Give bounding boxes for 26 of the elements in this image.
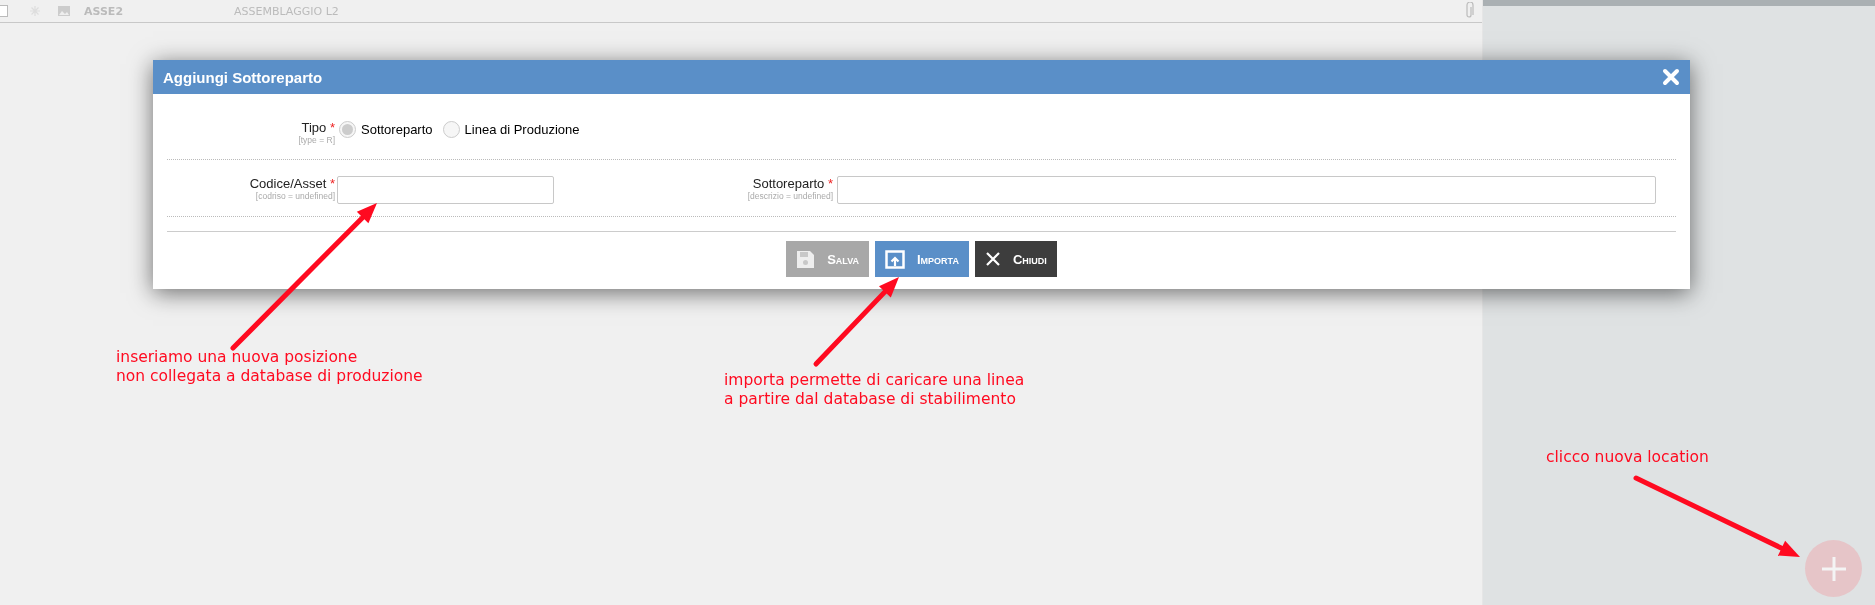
- annotation-text: importa permette di caricare una linea a partire dal database di stabilimento: [724, 371, 1025, 409]
- annotation-text: inseriamo una nuova posizione non collegata a database di produzione: [116, 348, 423, 386]
- plus-icon: [1820, 555, 1847, 582]
- dialog-title: Aggiungi Sottoreparto: [163, 68, 323, 86]
- paperclip-icon[interactable]: [1464, 2, 1474, 20]
- field-hint: [codriso = undefined]: [255, 191, 335, 201]
- radio-option[interactable]: Linea di Produzione: [442, 120, 580, 138]
- close-button[interactable]: Chiudi: [974, 241, 1057, 277]
- field-hint: [descrizio = undefined]: [747, 191, 833, 201]
- field-hint: [type = R]: [298, 135, 335, 145]
- annotation-text: clicco nuova location: [1546, 448, 1709, 467]
- required-mark: *: [329, 176, 335, 191]
- field-label: Codice/Asset: [249, 176, 327, 191]
- image-icon: [58, 6, 70, 16]
- text-field[interactable]: [337, 176, 554, 204]
- radio-option[interactable]: Sottoreparto: [339, 120, 433, 138]
- radio-button[interactable]: [442, 120, 460, 138]
- upload-icon: [885, 249, 905, 269]
- field-label: Tipo: [301, 120, 327, 135]
- required-mark: *: [329, 120, 335, 135]
- field-label: Sottoreparto: [752, 176, 825, 191]
- required-mark: *: [827, 176, 833, 191]
- text-field[interactable]: [837, 176, 1656, 204]
- close-icon: [984, 251, 1001, 267]
- radio-button[interactable]: [339, 120, 356, 138]
- close-icon[interactable]: [1662, 68, 1680, 86]
